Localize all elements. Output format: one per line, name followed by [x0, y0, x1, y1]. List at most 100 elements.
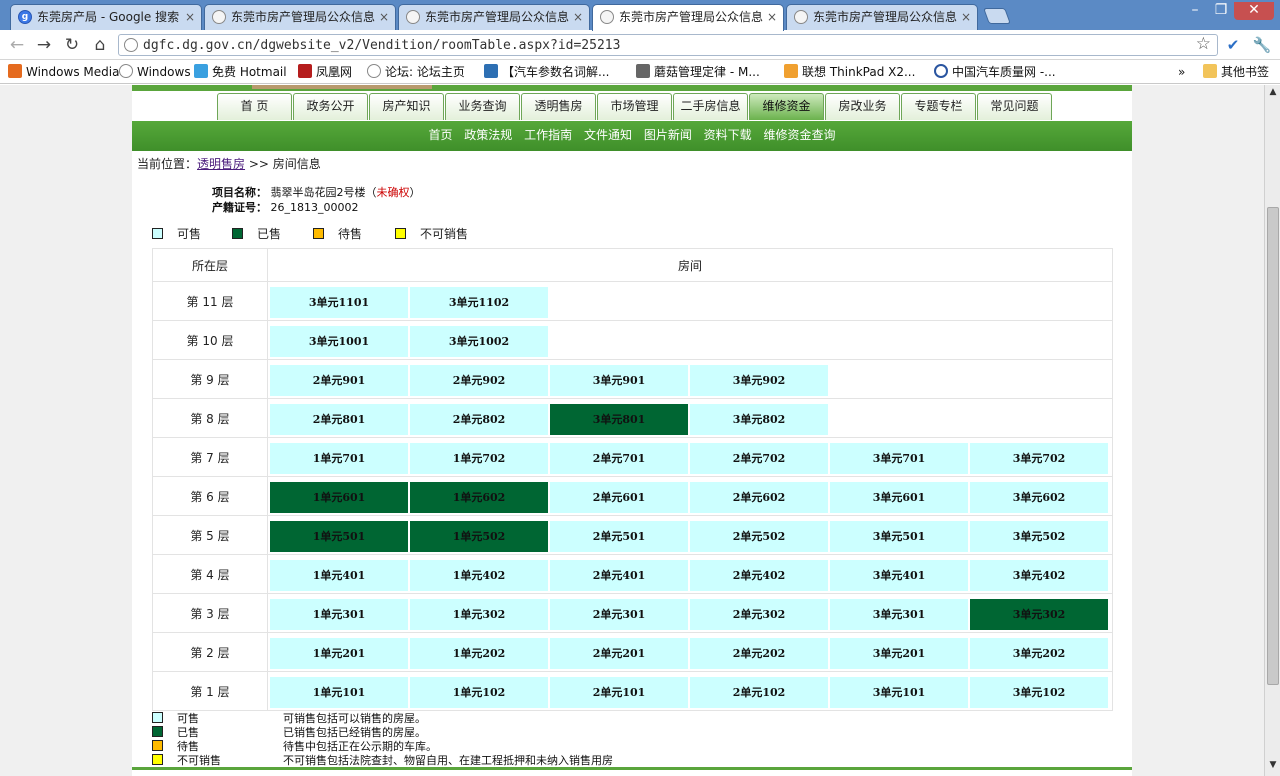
subnav-work-guide[interactable]: 工作指南	[524, 128, 572, 142]
breadcrumb-link[interactable]: 透明售房	[197, 157, 245, 171]
bookmark-item[interactable]: 免费 Hotmail	[194, 64, 287, 80]
room-cell-avail[interactable]: 2单元202	[690, 638, 828, 669]
room-cell-avail[interactable]: 3单元202	[970, 638, 1108, 669]
room-cell-avail[interactable]: 2单元201	[550, 638, 688, 669]
new-tab-button[interactable]	[983, 8, 1011, 24]
room-cell-avail[interactable]: 1单元401	[270, 560, 408, 591]
wrench-icon[interactable]: 🔧	[1252, 36, 1272, 54]
nav-business-query[interactable]: 业务查询	[445, 93, 520, 120]
room-cell-avail[interactable]: 2单元701	[550, 443, 688, 474]
room-cell-avail[interactable]: 2单元401	[550, 560, 688, 591]
nav-market-management[interactable]: 市场管理	[597, 93, 672, 120]
bookmark-item[interactable]: 凤凰网	[298, 64, 352, 80]
scroll-down-icon[interactable]: ▼	[1267, 760, 1279, 774]
close-icon[interactable]: ×	[379, 5, 389, 29]
room-cell-avail[interactable]: 1单元702	[410, 443, 548, 474]
bookmark-item[interactable]: Windows	[119, 64, 191, 80]
room-cell-avail[interactable]: 2单元602	[690, 482, 828, 513]
room-cell-avail[interactable]: 3单元701	[830, 443, 968, 474]
room-cell-avail[interactable]: 2单元501	[550, 521, 688, 552]
room-cell-avail[interactable]: 3单元201	[830, 638, 968, 669]
url-input[interactable]	[143, 37, 1183, 53]
bookmark-item[interactable]: Windows Media	[8, 64, 119, 80]
bookmark-star-icon[interactable]: ☆	[1196, 34, 1211, 54]
room-cell-avail[interactable]: 2单元502	[690, 521, 828, 552]
room-cell-avail[interactable]: 2单元902	[410, 365, 548, 396]
forward-icon[interactable]: →	[33, 35, 55, 55]
room-cell-avail[interactable]: 2单元301	[550, 599, 688, 630]
room-cell-sold[interactable]: 1单元502	[410, 521, 548, 552]
room-cell-avail[interactable]: 3单元602	[970, 482, 1108, 513]
subnav-downloads[interactable]: 资料下载	[704, 128, 752, 142]
scroll-thumb[interactable]	[1267, 207, 1279, 685]
room-cell-avail[interactable]: 3单元501	[830, 521, 968, 552]
bookmark-item[interactable]: 联想 ThinkPad X2...	[784, 64, 915, 80]
room-cell-avail[interactable]: 3单元702	[970, 443, 1108, 474]
browser-tab-1[interactable]: g 东莞房产局 - Google 搜索 ×	[10, 4, 202, 30]
room-cell-sold[interactable]: 1单元601	[270, 482, 408, 513]
nav-maintenance-fund[interactable]: 维修资金	[749, 93, 824, 120]
room-cell-avail[interactable]: 1单元202	[410, 638, 548, 669]
bookmark-item[interactable]: 【汽车参数名词解...	[484, 64, 609, 80]
room-cell-avail[interactable]: 3单元1002	[410, 326, 548, 357]
browser-tab-2[interactable]: 东莞市房产管理局公众信息 ×	[204, 4, 396, 30]
nav-special-topics[interactable]: 专题专栏	[901, 93, 976, 120]
nav-government-affairs[interactable]: 政务公开	[293, 93, 368, 120]
room-cell-sold[interactable]: 1单元501	[270, 521, 408, 552]
close-icon[interactable]: ×	[185, 5, 195, 29]
other-bookmarks[interactable]: 其他书签	[1203, 64, 1269, 80]
nav-transparent-sales[interactable]: 透明售房	[521, 93, 596, 120]
minimize-button[interactable]: –	[1182, 2, 1208, 20]
extension-icon[interactable]: ✔	[1223, 36, 1243, 54]
room-cell-avail[interactable]: 3单元902	[690, 365, 828, 396]
room-cell-avail[interactable]: 2单元402	[690, 560, 828, 591]
maximize-button[interactable]: ❐	[1208, 2, 1234, 20]
nav-faq[interactable]: 常见问题	[977, 93, 1052, 120]
browser-tab-active[interactable]: 东莞市房产管理局公众信息 ×	[592, 4, 784, 31]
room-cell-avail[interactable]: 1单元301	[270, 599, 408, 630]
nav-housing-reform[interactable]: 房改业务	[825, 93, 900, 120]
browser-tab-5[interactable]: 东莞市房产管理局公众信息 ×	[786, 4, 978, 30]
room-cell-avail[interactable]: 3单元101	[830, 677, 968, 708]
room-cell-avail[interactable]: 1单元102	[410, 677, 548, 708]
page-scrollbar[interactable]: ▲ ▼	[1264, 85, 1280, 776]
room-cell-avail[interactable]: 2单元102	[690, 677, 828, 708]
room-cell-avail[interactable]: 3单元402	[970, 560, 1108, 591]
room-cell-avail[interactable]: 3单元502	[970, 521, 1108, 552]
back-icon[interactable]: ←	[6, 35, 28, 55]
room-cell-avail[interactable]: 2单元302	[690, 599, 828, 630]
room-cell-sold[interactable]: 3单元302	[970, 599, 1108, 630]
scroll-up-icon[interactable]: ▲	[1267, 87, 1279, 101]
room-cell-avail[interactable]: 2单元601	[550, 482, 688, 513]
room-cell-avail[interactable]: 1单元201	[270, 638, 408, 669]
subnav-notices[interactable]: 文件通知	[584, 128, 632, 142]
room-cell-avail[interactable]: 3单元301	[830, 599, 968, 630]
window-close-button[interactable]: ✕	[1234, 2, 1274, 20]
subnav-fund-query[interactable]: 维修资金查询	[764, 128, 836, 142]
room-cell-avail[interactable]: 1单元701	[270, 443, 408, 474]
reload-icon[interactable]: ↻	[61, 35, 83, 55]
close-icon[interactable]: ×	[961, 5, 971, 29]
room-cell-avail[interactable]: 3单元901	[550, 365, 688, 396]
nav-home[interactable]: 首 页	[217, 93, 292, 120]
room-cell-avail[interactable]: 2单元802	[410, 404, 548, 435]
room-cell-sold[interactable]: 1单元602	[410, 482, 548, 513]
room-cell-avail[interactable]: 2单元101	[550, 677, 688, 708]
room-cell-avail[interactable]: 3单元401	[830, 560, 968, 591]
room-cell-avail[interactable]: 3单元601	[830, 482, 968, 513]
bookmark-item[interactable]: 中国汽车质量网 -...	[934, 64, 1056, 80]
room-cell-avail[interactable]: 2单元801	[270, 404, 408, 435]
subnav-home[interactable]: 首页	[428, 128, 452, 142]
home-icon[interactable]: ⌂	[89, 35, 111, 55]
subnav-photo-news[interactable]: 图片新闻	[644, 128, 692, 142]
close-icon[interactable]: ×	[767, 5, 777, 29]
room-cell-avail[interactable]: 2单元901	[270, 365, 408, 396]
room-cell-avail[interactable]: 1单元101	[270, 677, 408, 708]
room-cell-sold[interactable]: 3单元801	[550, 404, 688, 435]
bookmarks-overflow[interactable]: »	[1178, 64, 1185, 80]
bookmark-item[interactable]: 蘑菇管理定律 - M...	[636, 64, 760, 80]
address-bar[interactable]: ☆	[118, 34, 1218, 56]
room-cell-avail[interactable]: 3单元1001	[270, 326, 408, 357]
room-cell-avail[interactable]: 3单元102	[970, 677, 1108, 708]
subnav-policies[interactable]: 政策法规	[464, 128, 512, 142]
